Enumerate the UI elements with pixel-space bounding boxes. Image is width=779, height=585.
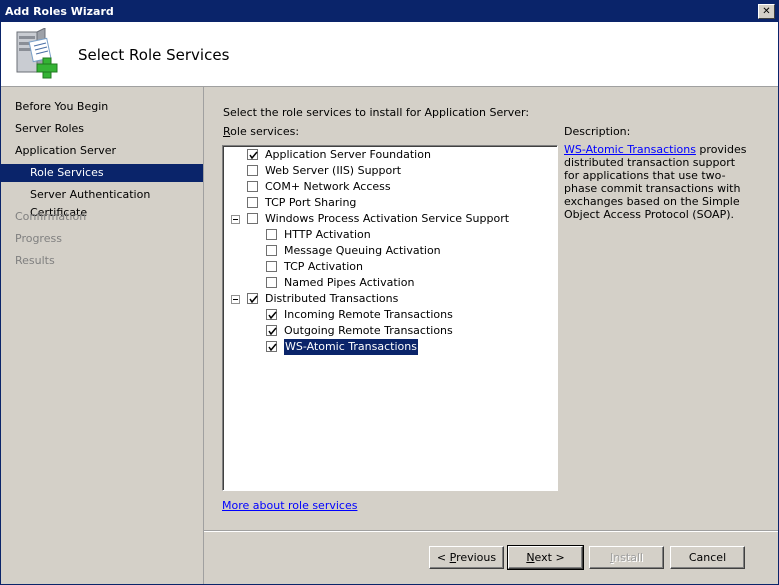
check-icon bbox=[268, 311, 277, 320]
tree-item[interactable]: Application Server Foundation bbox=[223, 147, 553, 163]
next-button[interactable]: Next > bbox=[507, 545, 584, 570]
tree-item-label: Message Queuing Activation bbox=[284, 244, 441, 257]
tree-item[interactable]: Named Pipes Activation bbox=[223, 275, 553, 291]
check-icon bbox=[268, 343, 277, 352]
close-button[interactable]: ✕ bbox=[758, 4, 775, 19]
tree-item-label: TCP Activation bbox=[284, 260, 363, 273]
description-text: WS-Atomic Transactions provides distribu… bbox=[564, 143, 749, 221]
more-about-role-services-link[interactable]: More about role services bbox=[222, 499, 357, 512]
install-rest: nstall bbox=[613, 551, 644, 564]
role-services-label-rest: ole services: bbox=[230, 125, 300, 138]
tree-checkbox[interactable] bbox=[266, 325, 277, 336]
nav-item-confirmation: Confirmation bbox=[1, 208, 203, 226]
next-accel: N bbox=[526, 551, 535, 564]
next-rest: ext > bbox=[534, 551, 565, 564]
role-services-tree[interactable]: Application Server Foundation Web Server … bbox=[222, 145, 558, 491]
window-title: Add Roles Wizard bbox=[5, 5, 114, 18]
check-icon bbox=[249, 151, 258, 160]
role-services-label: Role services: bbox=[223, 125, 299, 138]
tree-item[interactable]: Windows Process Activation Service Suppo… bbox=[223, 211, 553, 227]
tree-item-label: Web Server (IIS) Support bbox=[265, 164, 402, 177]
tree-item-label: HTTP Activation bbox=[284, 228, 371, 241]
nav-label: Results bbox=[15, 254, 55, 267]
tree-checkbox[interactable] bbox=[266, 341, 277, 352]
tree-item-label: Named Pipes Activation bbox=[284, 276, 415, 289]
tree-item-label: Application Server Foundation bbox=[265, 148, 431, 161]
nav-label: Application Server bbox=[15, 144, 117, 157]
tree-item[interactable]: Message Queuing Activation bbox=[223, 243, 553, 259]
wizard-header: Select Role Services bbox=[1, 22, 778, 87]
nav-label: Server Roles bbox=[15, 122, 85, 135]
nav-label: Before You Begin bbox=[15, 100, 109, 113]
close-icon: ✕ bbox=[762, 6, 771, 17]
nav-item-server-roles[interactable]: Server Roles bbox=[1, 120, 203, 138]
tree-item-label: TCP Port Sharing bbox=[265, 196, 357, 209]
tree-checkbox[interactable] bbox=[247, 165, 258, 176]
tree-checkbox[interactable] bbox=[247, 197, 258, 208]
title-bar[interactable]: Add Roles Wizard ✕ bbox=[1, 1, 778, 22]
add-roles-wizard-window: Add Roles Wizard ✕ Select Role Services … bbox=[0, 0, 779, 585]
check-icon bbox=[268, 327, 277, 336]
page-title: Select Role Services bbox=[78, 46, 230, 64]
check-icon bbox=[249, 295, 258, 304]
tree-item[interactable]: Outgoing Remote Transactions bbox=[223, 323, 553, 339]
nav-item-before-you-begin[interactable]: Before You Begin bbox=[1, 98, 203, 116]
wizard-content: Select the role services to install for … bbox=[204, 87, 778, 525]
collapse-icon[interactable] bbox=[231, 215, 240, 224]
tree-checkbox[interactable] bbox=[247, 181, 258, 192]
tree-checkbox[interactable] bbox=[247, 213, 258, 224]
cancel-label: Cancel bbox=[688, 551, 727, 564]
tree-checkbox[interactable] bbox=[266, 261, 277, 272]
tree-checkbox[interactable] bbox=[266, 277, 277, 288]
tree-item[interactable]: Distributed Transactions bbox=[223, 291, 553, 307]
tree-item-label: WS-Atomic Transactions bbox=[283, 338, 419, 356]
install-button: Install bbox=[589, 546, 664, 569]
tree-item-label: Incoming Remote Transactions bbox=[284, 308, 453, 321]
tree-checkbox[interactable] bbox=[247, 149, 258, 160]
nav-item-role-services[interactable]: Role Services bbox=[1, 164, 203, 182]
tree-item-label: Windows Process Activation Service Suppo… bbox=[265, 212, 510, 225]
nav-label: Role Services bbox=[30, 166, 104, 179]
nav-item-results: Results bbox=[1, 252, 203, 270]
nav-item-application-server[interactable]: Application Server bbox=[1, 142, 203, 160]
bottom-divider bbox=[204, 530, 778, 532]
tree-item[interactable]: TCP Activation bbox=[223, 259, 553, 275]
tree-item-label: Distributed Transactions bbox=[265, 292, 399, 305]
tree-item[interactable]: Incoming Remote Transactions bbox=[223, 307, 553, 323]
previous-prefix: < bbox=[436, 551, 450, 564]
nav-label: Confirmation bbox=[15, 210, 87, 223]
tree-checkbox[interactable] bbox=[247, 293, 258, 304]
nav-label: Progress bbox=[15, 232, 62, 245]
nav-item-server-authentication-certificate[interactable]: Server Authentication Certificate bbox=[1, 186, 203, 219]
tree-checkbox[interactable] bbox=[266, 229, 277, 240]
previous-button[interactable]: < Previous bbox=[429, 546, 504, 569]
previous-rest: revious bbox=[456, 551, 497, 564]
tree-item[interactable]: TCP Port Sharing bbox=[223, 195, 553, 211]
tree-item[interactable]: COM+ Network Access bbox=[223, 179, 553, 195]
tree-item[interactable]: WS-Atomic Transactions bbox=[223, 338, 553, 356]
tree-item-label: Outgoing Remote Transactions bbox=[284, 324, 453, 337]
cancel-button[interactable]: Cancel bbox=[670, 546, 745, 569]
intro-text: Select the role services to install for … bbox=[223, 106, 530, 119]
description-link[interactable]: WS-Atomic Transactions bbox=[564, 143, 696, 156]
tree-item-label: COM+ Network Access bbox=[265, 180, 391, 193]
wizard-nav: Before You Begin Server Roles Applicatio… bbox=[1, 87, 204, 584]
description-label: Description: bbox=[564, 125, 631, 138]
tree-item[interactable]: Web Server (IIS) Support bbox=[223, 163, 553, 179]
collapse-icon[interactable] bbox=[231, 295, 240, 304]
nav-item-progress: Progress bbox=[1, 230, 203, 248]
tree-checkbox[interactable] bbox=[266, 245, 277, 256]
server-add-icon bbox=[13, 27, 63, 80]
tree-item[interactable]: HTTP Activation bbox=[223, 227, 553, 243]
tree-checkbox[interactable] bbox=[266, 309, 277, 320]
